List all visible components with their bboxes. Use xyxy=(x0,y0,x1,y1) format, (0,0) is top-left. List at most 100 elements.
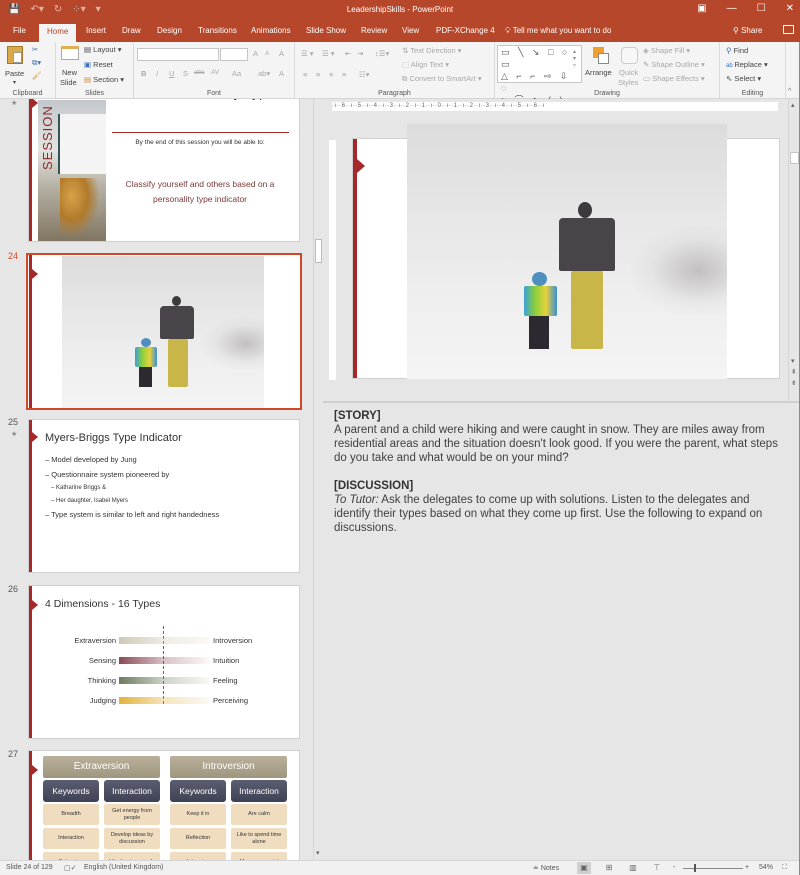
reading-view-button[interactable]: ▥ xyxy=(626,862,640,874)
shapes-gallery[interactable]: ▭ ╲ ↘ □ ○ ▭ △ ⌐ ⌐ ⇨ ⇩ ◌ ≈ ⌒ ∿ ( ) ☆ xyxy=(497,45,582,117)
font-color-button[interactable]: A xyxy=(279,69,284,78)
find-button[interactable]: ⚲ Find xyxy=(726,46,748,55)
table-cell: Keep it in xyxy=(170,804,226,825)
current-slide-canvas[interactable] xyxy=(352,124,780,379)
notes-story-text: A parent and a child were hiking and wer… xyxy=(334,424,778,464)
bullets-button[interactable]: ☰ ▾ xyxy=(301,49,314,58)
speaker-notes-pane[interactable]: [STORY] A parent and a child were hiking… xyxy=(323,401,800,860)
cut-icon[interactable]: ✂ xyxy=(32,45,38,54)
align-right-button[interactable]: ≡ xyxy=(329,70,333,79)
snow-hiking-photo[interactable] xyxy=(407,124,727,379)
scroll-down-arrow[interactable]: ▾ xyxy=(791,357,795,365)
previous-slide-button[interactable]: ⇞ xyxy=(791,368,797,376)
columns-button[interactable]: ☷▾ xyxy=(359,70,370,79)
new-slide-button[interactable]: New Slide xyxy=(58,46,82,88)
zoom-out-button[interactable]: - xyxy=(673,864,675,871)
shadow-button[interactable]: S xyxy=(183,69,188,78)
spellcheck-icon[interactable]: ▢✓ xyxy=(64,864,76,872)
character-spacing-button[interactable]: AV xyxy=(211,69,219,76)
shape-effects-button[interactable]: ▭ Shape Effects ▾ xyxy=(643,74,705,83)
scroll-down-arrow[interactable]: ▾ xyxy=(316,849,320,857)
tab-home[interactable]: Home xyxy=(39,24,77,42)
slide-thumbnail-24[interactable] xyxy=(26,253,302,410)
italic-button[interactable]: I xyxy=(156,69,158,78)
minimize-button[interactable]: — xyxy=(727,3,737,14)
bold-button[interactable]: B xyxy=(141,69,146,78)
tab-pdf-xchange[interactable]: PDF-XChange 4 xyxy=(436,26,495,35)
next-slide-button[interactable]: ⇟ xyxy=(791,379,797,387)
tab-transitions[interactable]: Transitions xyxy=(198,26,237,35)
projector-screen xyxy=(58,114,106,174)
thumbnail-scrollbar-thumb[interactable] xyxy=(315,239,322,263)
align-center-button[interactable]: ≡ xyxy=(316,70,320,79)
align-text-button[interactable]: ⬚ Align Text ▾ xyxy=(402,60,449,69)
zoom-slider-thumb[interactable] xyxy=(694,864,696,872)
clear-formatting-button[interactable]: A xyxy=(279,49,284,58)
tab-file[interactable]: File xyxy=(13,26,26,35)
paste-button[interactable]: Paste ▾ xyxy=(5,46,27,86)
scroll-up-arrow[interactable]: ▴ xyxy=(791,101,795,109)
thumbnail-scrollbar[interactable]: ▾ xyxy=(313,99,323,860)
slide-thumbnail-25[interactable]: Myers-Briggs Type Indicator – Model deve… xyxy=(28,419,300,573)
ribbon-display-options-icon[interactable]: ▣ xyxy=(697,3,706,14)
font-name-input[interactable] xyxy=(137,48,219,61)
numbering-button[interactable]: ☰ ▾ xyxy=(322,49,335,58)
share-button[interactable]: ⚲ Share xyxy=(733,26,762,35)
shape-fill-button[interactable]: ◈ Shape Fill ▾ xyxy=(643,46,690,55)
change-case-button[interactable]: Aa xyxy=(232,69,241,78)
replace-button[interactable]: ab Replace ▾ xyxy=(726,60,768,69)
reset-button[interactable]: ▣ Reset xyxy=(84,60,113,69)
tab-design[interactable]: Design xyxy=(157,26,182,35)
grow-font-button[interactable]: A xyxy=(253,49,258,58)
tab-view[interactable]: View xyxy=(402,26,419,35)
close-button[interactable]: ✕ xyxy=(786,3,794,14)
quick-styles-button[interactable]: Quick Styles xyxy=(617,45,645,89)
fit-to-window-icon[interactable]: ⛶ xyxy=(782,864,787,872)
snowy-trees xyxy=(631,226,727,316)
tab-review[interactable]: Review xyxy=(361,26,387,35)
tell-me-search[interactable]: 💡︎ Tell me what you want to do xyxy=(505,26,611,36)
decrease-indent-button[interactable]: ⇤ xyxy=(345,49,351,58)
tab-draw[interactable]: Draw xyxy=(122,26,141,35)
arrange-button[interactable]: Arrange xyxy=(585,45,615,89)
select-button[interactable]: ⇖ Select ▾ xyxy=(726,74,761,83)
layout-button[interactable]: ▤ Layout ▾ xyxy=(84,45,122,54)
convert-smartart-button[interactable]: ⧉ Convert to SmartArt ▾ xyxy=(402,74,482,84)
gallery-scroll-buttons[interactable]: ▴ ▾ ▿ xyxy=(573,48,576,69)
copy-icon[interactable]: ⧉▾ xyxy=(32,58,41,68)
collapse-ribbon-icon[interactable]: ^ xyxy=(788,88,791,95)
slide-thumbnail-26[interactable]: 4 Dimensions - 16 Types Extraversion Intr… xyxy=(28,585,300,739)
format-painter-icon[interactable]: 🖌︎ xyxy=(32,71,42,80)
increase-indent-button[interactable]: ⇥ xyxy=(357,49,363,58)
justify-button[interactable]: ≡ xyxy=(342,70,346,79)
slide-show-view-button[interactable]: ⊤ xyxy=(650,862,664,874)
slide-thumbnail-panel[interactable]: ★ SESSION What are Personality Types? By… xyxy=(0,99,313,860)
slide-scrollbar-thumb[interactable] xyxy=(790,152,799,164)
slide-sorter-view-button[interactable]: ⊞ xyxy=(602,862,616,874)
section-button[interactable]: ▤ Section ▾ xyxy=(84,75,124,84)
shape-outline-button[interactable]: ✎ Shape Outline ▾ xyxy=(643,60,705,69)
highlight-button[interactable]: ab▾ xyxy=(258,69,270,78)
text-direction-button[interactable]: ⇅ Text Direction ▾ xyxy=(402,46,462,55)
zoom-in-button[interactable]: + xyxy=(745,864,749,871)
shrink-font-button[interactable]: A xyxy=(265,50,269,57)
tab-slide-show[interactable]: Slide Show xyxy=(306,26,346,35)
underline-button[interactable]: U xyxy=(169,69,174,78)
slide-thumbnail-23[interactable]: SESSION What are Personality Types? By t… xyxy=(28,99,300,242)
adult-trousers xyxy=(571,271,603,349)
comments-icon[interactable] xyxy=(783,25,794,34)
zoom-level[interactable]: 54% xyxy=(759,864,773,871)
notes-toggle-button[interactable]: ≐ Notes xyxy=(533,864,559,872)
maximize-button[interactable]: ☐ xyxy=(757,3,766,14)
tab-animations[interactable]: Animations xyxy=(251,26,291,35)
strikethrough-button[interactable]: abc xyxy=(194,69,204,76)
slide-accent-marker xyxy=(32,269,38,279)
font-size-input[interactable] xyxy=(220,48,248,61)
zoom-slider[interactable] xyxy=(683,868,743,869)
line-spacing-button[interactable]: ↕☰▾ xyxy=(375,49,389,58)
language-indicator[interactable]: English (United Kingdom) xyxy=(84,864,163,871)
slide-thumbnail-27[interactable]: Extraversion Keywords Interaction Breadth Ge… xyxy=(28,750,300,860)
normal-view-button[interactable]: ▣ xyxy=(577,862,591,874)
tab-insert[interactable]: Insert xyxy=(86,26,106,35)
align-left-button[interactable]: ≡ xyxy=(303,70,307,79)
